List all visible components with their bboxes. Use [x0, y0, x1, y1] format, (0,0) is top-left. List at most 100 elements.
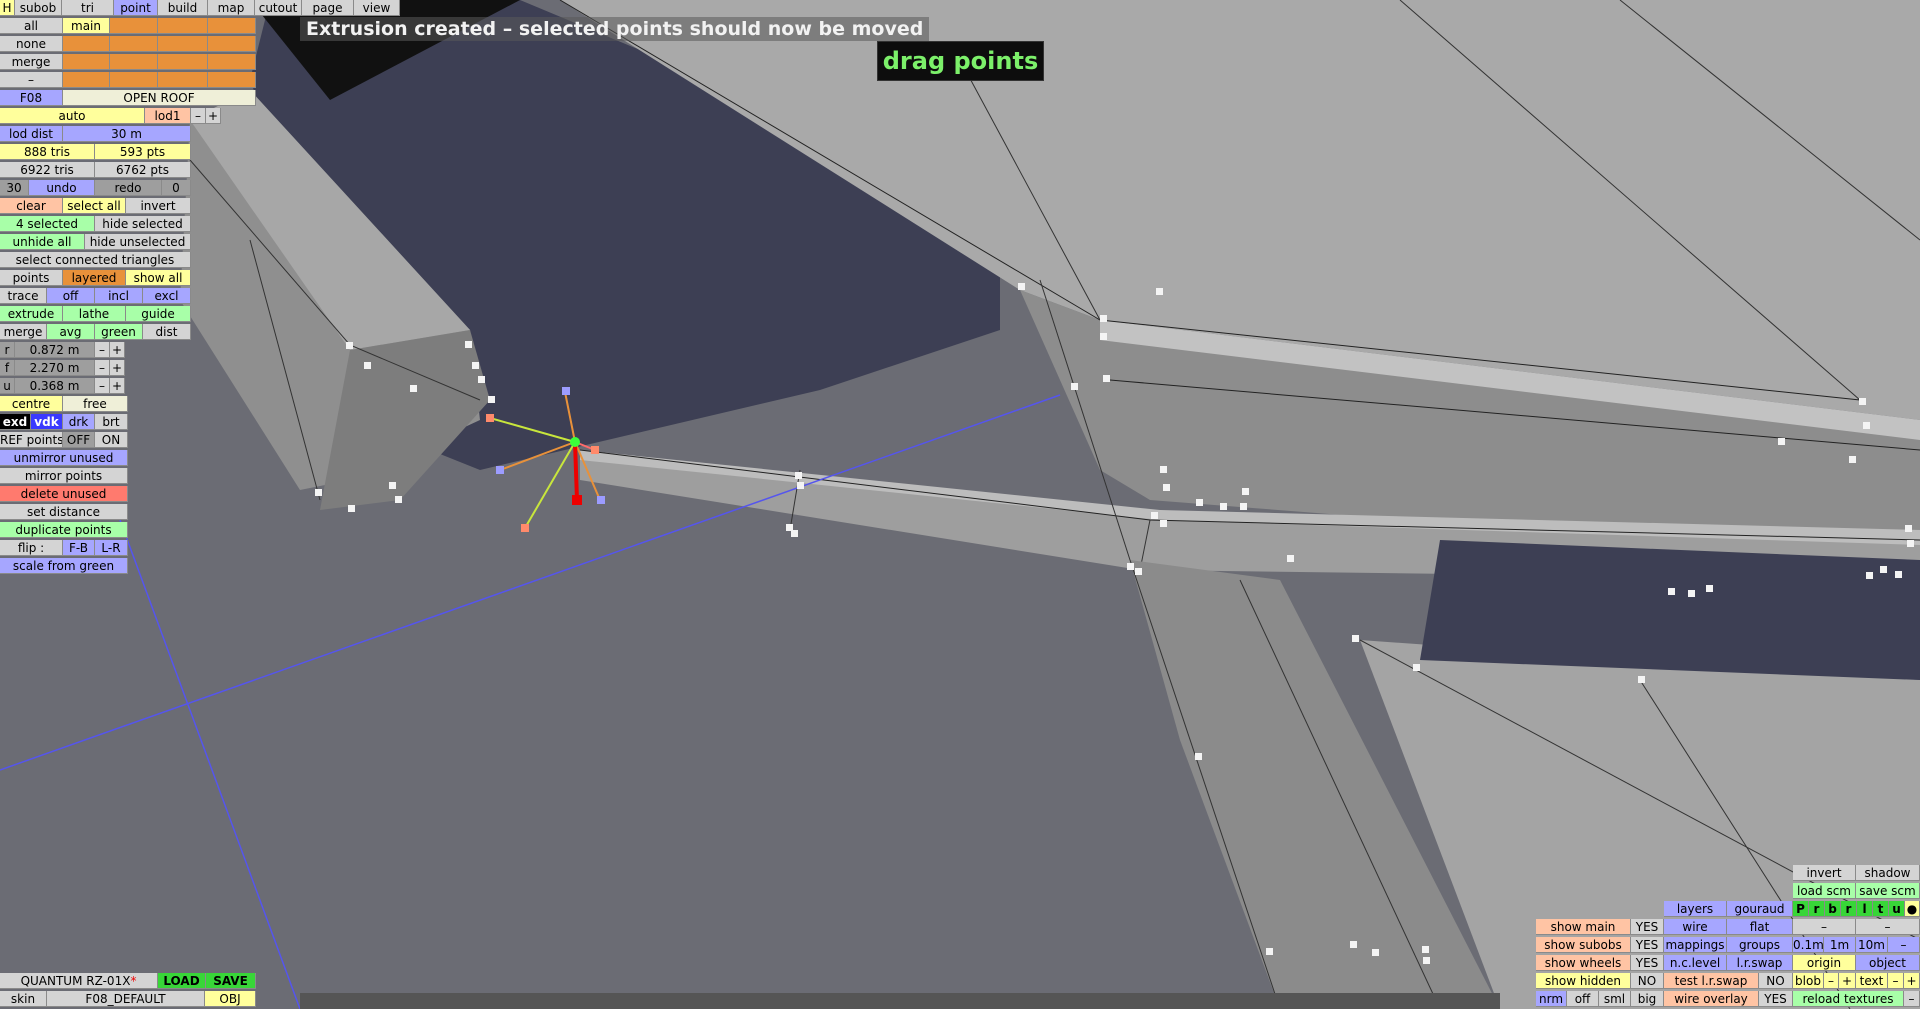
scale-from-green-button[interactable]: scale from green	[0, 558, 128, 574]
dist-button[interactable]: dist	[143, 324, 191, 340]
u-plus-button[interactable]: +	[110, 378, 125, 394]
dash-button[interactable]: –	[1793, 919, 1856, 935]
lr-swap-button[interactable]: l.r.swap	[1727, 955, 1793, 971]
drk-button[interactable]: drk	[63, 414, 95, 430]
h-button[interactable]: H	[0, 0, 15, 16]
layer-slot[interactable]	[110, 54, 158, 70]
tab-page[interactable]: page	[302, 0, 354, 16]
f08-button[interactable]: F08	[0, 90, 63, 106]
trace-excl-button[interactable]: excl	[143, 288, 191, 304]
layer-slot[interactable]	[158, 36, 208, 52]
layer-slot[interactable]	[158, 18, 208, 34]
show-main-toggle[interactable]: YES	[1631, 919, 1664, 935]
green-button[interactable]: green	[95, 324, 143, 340]
flip-lr-button[interactable]: L-R	[95, 540, 128, 556]
show-subobs-toggle[interactable]: YES	[1631, 937, 1664, 953]
wire-overlay-toggle[interactable]: YES	[1759, 991, 1793, 1007]
reload-dash-button[interactable]: –	[1904, 991, 1920, 1007]
nc-level-button[interactable]: n.c.level	[1664, 955, 1727, 971]
sml-button[interactable]: sml	[1599, 991, 1631, 1007]
free-button[interactable]: free	[63, 396, 128, 412]
layer-slot[interactable]	[158, 72, 208, 88]
tab-subob[interactable]: subob	[15, 0, 62, 16]
brt-button[interactable]: brt	[95, 414, 128, 430]
trace-off-button[interactable]: off	[47, 288, 95, 304]
obj-button[interactable]: OBJ	[205, 991, 256, 1007]
show-all-button[interactable]: show all	[126, 270, 191, 286]
off-button[interactable]: off	[1567, 991, 1599, 1007]
dash-button[interactable]: –	[1856, 919, 1920, 935]
invert-button[interactable]: invert	[126, 198, 191, 214]
wire-button[interactable]: wire	[1664, 919, 1727, 935]
delete-unused-button[interactable]: delete unused	[0, 486, 128, 502]
grid-dash-button[interactable]: –	[1888, 937, 1920, 953]
redo-button[interactable]: redo	[95, 180, 162, 196]
tab-view[interactable]: view	[354, 0, 400, 16]
prb-toggle[interactable]: t	[1873, 901, 1889, 917]
nrm-button[interactable]: nrm	[1536, 991, 1567, 1007]
invert-view-button[interactable]: invert	[1793, 865, 1856, 881]
blob-minus-button[interactable]: –	[1824, 973, 1839, 989]
merge-button[interactable]: merge	[0, 324, 47, 340]
guide-button[interactable]: guide	[126, 306, 191, 322]
mirror-points-button[interactable]: mirror points	[0, 468, 128, 484]
r-plus-button[interactable]: +	[110, 342, 125, 358]
object-button[interactable]: object	[1856, 955, 1920, 971]
layer-slot[interactable]	[110, 72, 158, 88]
text-plus-button[interactable]: +	[1904, 973, 1920, 989]
none-button[interactable]: none	[0, 36, 63, 52]
tab-point[interactable]: point	[114, 0, 158, 16]
groups-button[interactable]: groups	[1727, 937, 1793, 953]
layer-slot[interactable]	[110, 36, 158, 52]
tab-tri[interactable]: tri	[62, 0, 114, 16]
layer-slot[interactable]	[208, 36, 256, 52]
auto-button[interactable]: auto	[0, 108, 145, 124]
select-all-button[interactable]: select all	[63, 198, 126, 214]
points-button[interactable]: points	[0, 270, 63, 286]
clear-button[interactable]: clear	[0, 198, 63, 214]
reload-textures-button[interactable]: reload textures	[1793, 991, 1904, 1007]
prb-toggle[interactable]: b	[1825, 901, 1841, 917]
flip-fb-button[interactable]: F-B	[63, 540, 95, 556]
grid-01m-button[interactable]: 0.1m	[1793, 937, 1824, 953]
show-wheels-toggle[interactable]: YES	[1631, 955, 1664, 971]
layer-slot[interactable]	[158, 54, 208, 70]
extrude-button[interactable]: extrude	[0, 306, 63, 322]
gouraud-button[interactable]: gouraud	[1727, 901, 1793, 917]
tab-build[interactable]: build	[158, 0, 208, 16]
lod1-button[interactable]: lod1	[145, 108, 191, 124]
layer-slot[interactable]	[208, 18, 256, 34]
shadow-button[interactable]: shadow	[1856, 865, 1920, 881]
exd-button[interactable]: exd	[0, 414, 31, 430]
lod-plus-button[interactable]: +	[206, 108, 221, 124]
duplicate-points-button[interactable]: duplicate points	[0, 522, 128, 538]
tab-map[interactable]: map	[208, 0, 255, 16]
select-connected-triangles-button[interactable]: select connected triangles	[0, 252, 191, 268]
f-minus-button[interactable]: –	[95, 360, 110, 376]
big-button[interactable]: big	[1631, 991, 1664, 1007]
trace-incl-button[interactable]: incl	[95, 288, 143, 304]
centre-button[interactable]: centre	[0, 396, 63, 412]
prb-toggle[interactable]: u	[1889, 901, 1905, 917]
tab-cutout[interactable]: cutout	[255, 0, 302, 16]
grid-10m-button[interactable]: 10m	[1856, 937, 1888, 953]
r-minus-button[interactable]: –	[95, 342, 110, 358]
lod-dist-value[interactable]: 30 m	[63, 126, 191, 142]
layer-slot[interactable]	[63, 54, 110, 70]
origin-button[interactable]: origin	[1793, 955, 1856, 971]
lathe-button[interactable]: lathe	[63, 306, 126, 322]
hide-unselected-button[interactable]: hide unselected	[85, 234, 191, 250]
ref-off-button[interactable]: OFF	[63, 432, 95, 448]
blob-plus-button[interactable]: +	[1839, 973, 1856, 989]
save-button[interactable]: SAVE	[206, 973, 256, 989]
layer-slot[interactable]	[63, 36, 110, 52]
prb-toggle[interactable]: r	[1809, 901, 1825, 917]
skin-value[interactable]: F08_DEFAULT	[47, 991, 205, 1007]
vdk-button[interactable]: vdk	[31, 414, 63, 430]
undo-button[interactable]: undo	[29, 180, 95, 196]
test-lr-swap-toggle[interactable]: NO	[1759, 973, 1793, 989]
avg-button[interactable]: avg	[47, 324, 95, 340]
3d-viewport[interactable]	[0, 0, 1920, 1009]
u-value[interactable]: 0.368 m	[15, 378, 95, 394]
layer-main[interactable]: main	[63, 18, 110, 34]
